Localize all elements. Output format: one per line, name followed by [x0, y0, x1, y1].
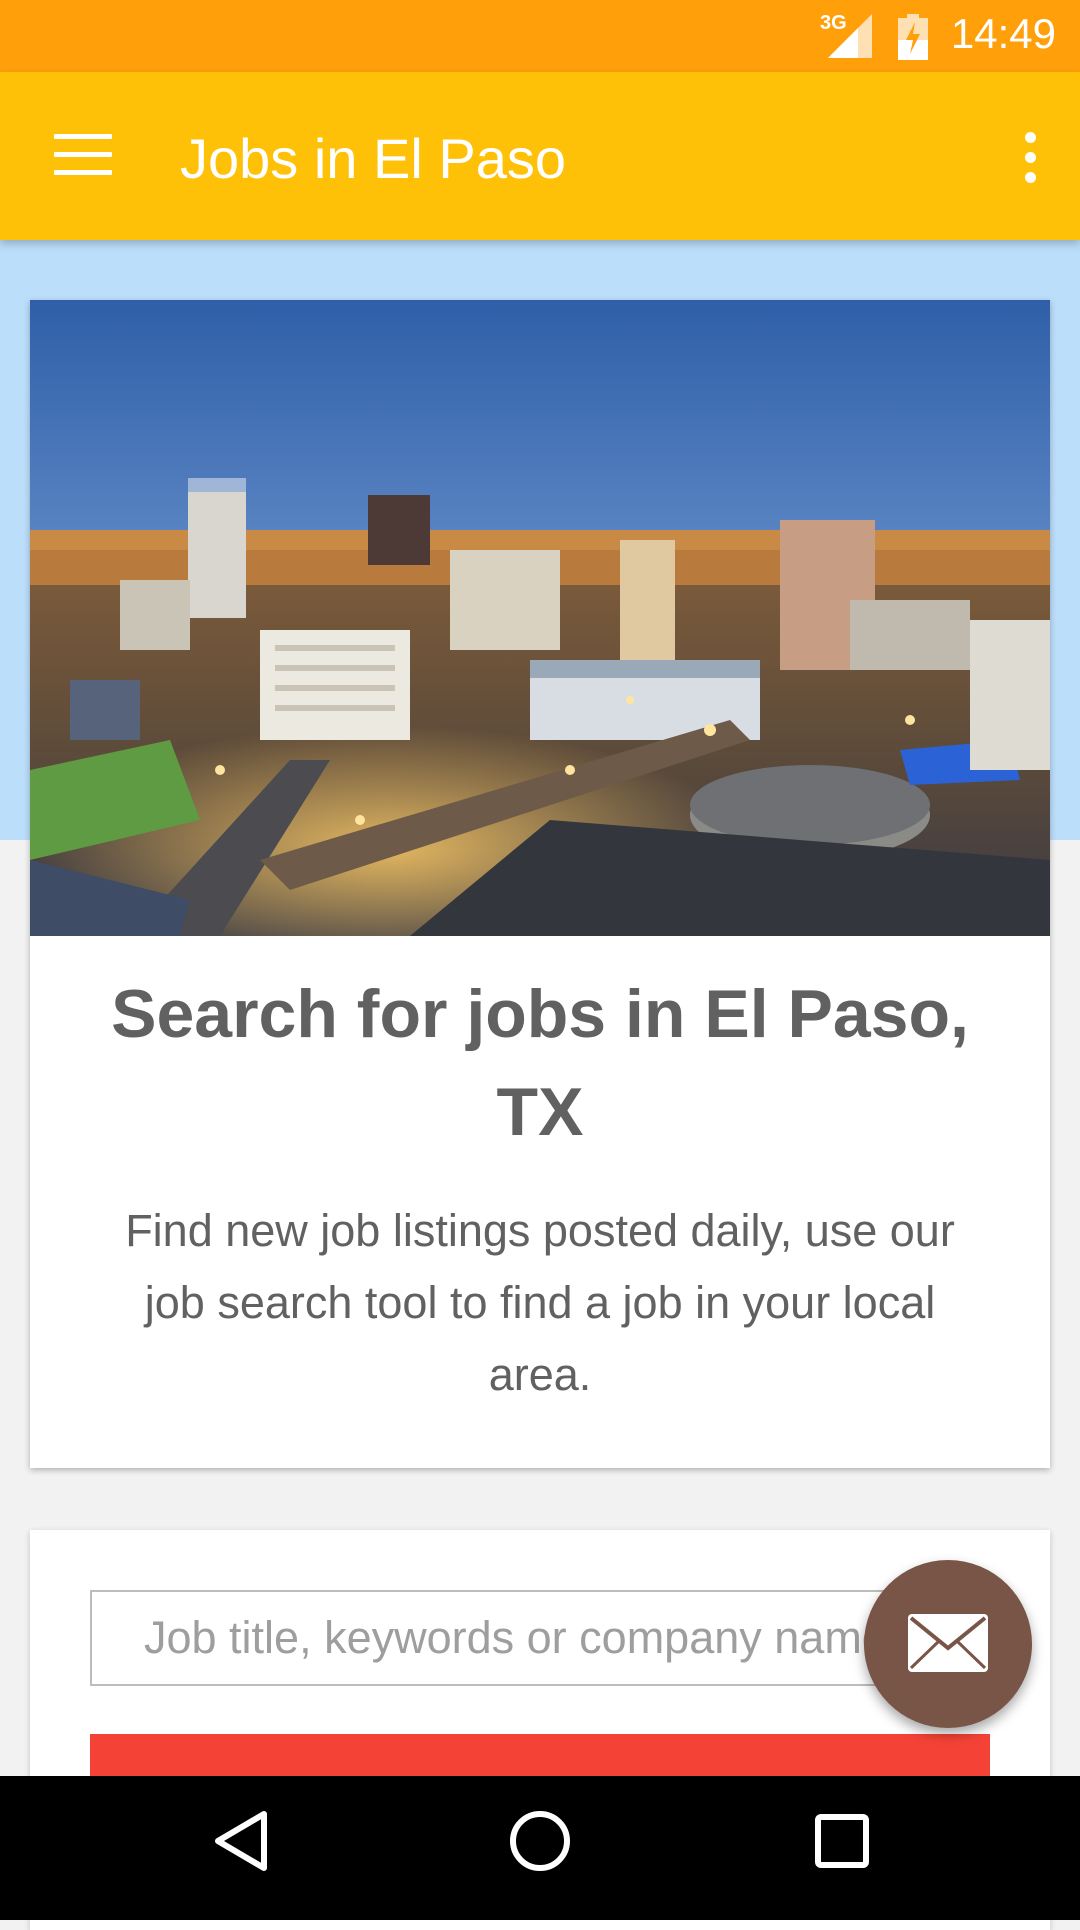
hero-description: Find new job listings posted daily, use … — [125, 1205, 955, 1400]
home-icon[interactable] — [505, 1806, 575, 1876]
back-icon[interactable] — [210, 1806, 270, 1876]
overflow-menu-icon[interactable] — [1020, 132, 1040, 184]
hero-card: Search for jobs in El Paso, TX Find new … — [30, 300, 1050, 1468]
city-skyline-photo — [30, 300, 1050, 936]
battery-charging-icon — [898, 14, 928, 60]
status-time: 14:49 — [950, 10, 1056, 57]
app-title: Jobs in El Paso — [180, 127, 566, 190]
email-icon — [908, 1614, 988, 1672]
navigation-bar — [0, 1776, 1080, 1920]
signal-icon — [828, 14, 872, 58]
email-fab-button[interactable] — [864, 1560, 1032, 1728]
status-bar: 3G 14:49 — [0, 0, 1080, 72]
hero-title: Search for jobs in El Paso, TX — [111, 976, 969, 1150]
menu-icon[interactable] — [54, 134, 112, 176]
app-bar: Jobs in El Paso — [0, 72, 1080, 240]
recent-apps-icon[interactable] — [812, 1806, 872, 1876]
job-search-input[interactable]: Job title, keywords or company name — [90, 1590, 990, 1686]
